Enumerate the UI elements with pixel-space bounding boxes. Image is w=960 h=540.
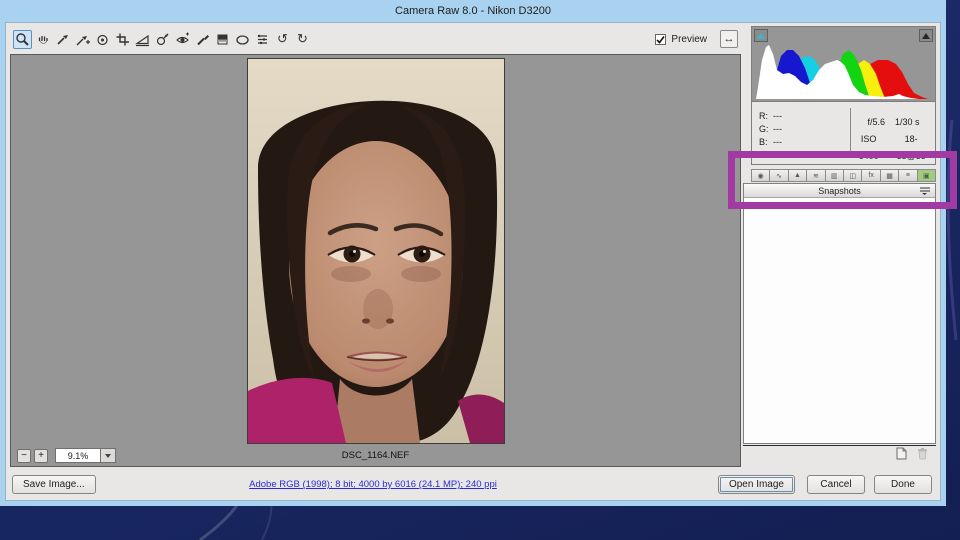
r-label: R: <box>759 111 768 121</box>
annotation-highlight-rectangle <box>728 151 957 209</box>
histogram-plot <box>756 45 928 99</box>
zoom-tool-icon[interactable] <box>13 29 32 49</box>
open-image-button[interactable]: Open Image <box>717 475 795 494</box>
rgb-readout: R: --- G: --- B: --- <box>759 110 782 149</box>
graduated-filter-tool-icon[interactable] <box>213 30 232 49</box>
preview-checkbox[interactable] <box>655 33 667 45</box>
snapshots-footer <box>743 445 936 465</box>
color-sampler-tool-icon[interactable] <box>73 30 92 49</box>
shutter-value: 1/30 s <box>894 117 920 127</box>
preferences-icon[interactable] <box>253 30 272 49</box>
window-title: Camera Raw 8.0 - Nikon D3200 <box>395 5 551 17</box>
fullscreen-toggle-button[interactable]: ↔ <box>720 30 738 48</box>
rotate-left-icon[interactable]: ↺ <box>273 30 292 49</box>
window-titlebar[interactable]: Camera Raw 8.0 - Nikon D3200 <box>5 0 941 22</box>
right-panel: R: --- G: --- B: --- f/5.6 1/30 s ISO 6400 … <box>743 26 937 467</box>
aperture-value: f/5.6 <box>867 117 885 127</box>
dialog-footer: Save Image... Adobe RGB (1998); 8 bit; 4… <box>6 469 940 500</box>
preview-controls: Preview ↔ <box>655 26 738 52</box>
histogram[interactable] <box>752 27 935 102</box>
g-label: G: <box>759 124 769 134</box>
status-strip: − + 9.1% DSC_1164.NEF <box>11 445 740 466</box>
white-balance-tool-icon[interactable] <box>53 30 72 49</box>
camera-raw-dialog: ↺ ↻ Preview ↔ − + 9.1% DSC_1164.NEF R: -… <box>5 22 941 501</box>
histogram-info-box: R: --- G: --- B: --- f/5.6 1/30 s ISO 6400 … <box>751 26 936 178</box>
r-value: --- <box>773 111 782 121</box>
g-value: --- <box>773 124 782 134</box>
rotate-right-icon[interactable]: ↻ <box>293 30 312 49</box>
photo-preview[interactable] <box>247 58 505 444</box>
radial-filter-tool-icon[interactable] <box>233 30 252 49</box>
adjustment-brush-tool-icon[interactable] <box>193 30 212 49</box>
filename-label: DSC_1164.NEF <box>341 450 410 461</box>
snapshots-list[interactable] <box>744 198 935 443</box>
done-button[interactable]: Done <box>874 475 932 494</box>
b-label: B: <box>759 137 768 147</box>
delete-snapshot-icon[interactable] <box>917 447 928 465</box>
workflow-options-link[interactable]: Adobe RGB (1998); 8 bit; 4000 by 6016 (2… <box>6 479 740 490</box>
crop-tool-icon[interactable] <box>113 30 132 49</box>
preview-label: Preview <box>671 33 707 45</box>
spot-removal-tool-icon[interactable] <box>153 30 172 49</box>
snapshots-panel: Snapshots <box>743 183 936 444</box>
red-eye-tool-icon[interactable] <box>173 30 192 49</box>
new-snapshot-icon[interactable] <box>896 447 907 465</box>
preview-pane[interactable]: − + 9.1% DSC_1164.NEF <box>10 54 741 467</box>
b-value: --- <box>773 137 782 147</box>
targeted-adjustment-tool-icon[interactable] <box>93 30 112 49</box>
hand-tool-icon[interactable] <box>33 30 52 49</box>
camera-raw-window: Camera Raw 8.0 - Nikon D3200 ↺ ↻ Preview… <box>0 0 946 506</box>
straighten-tool-icon[interactable] <box>133 30 152 49</box>
cancel-button[interactable]: Cancel <box>807 475 865 494</box>
